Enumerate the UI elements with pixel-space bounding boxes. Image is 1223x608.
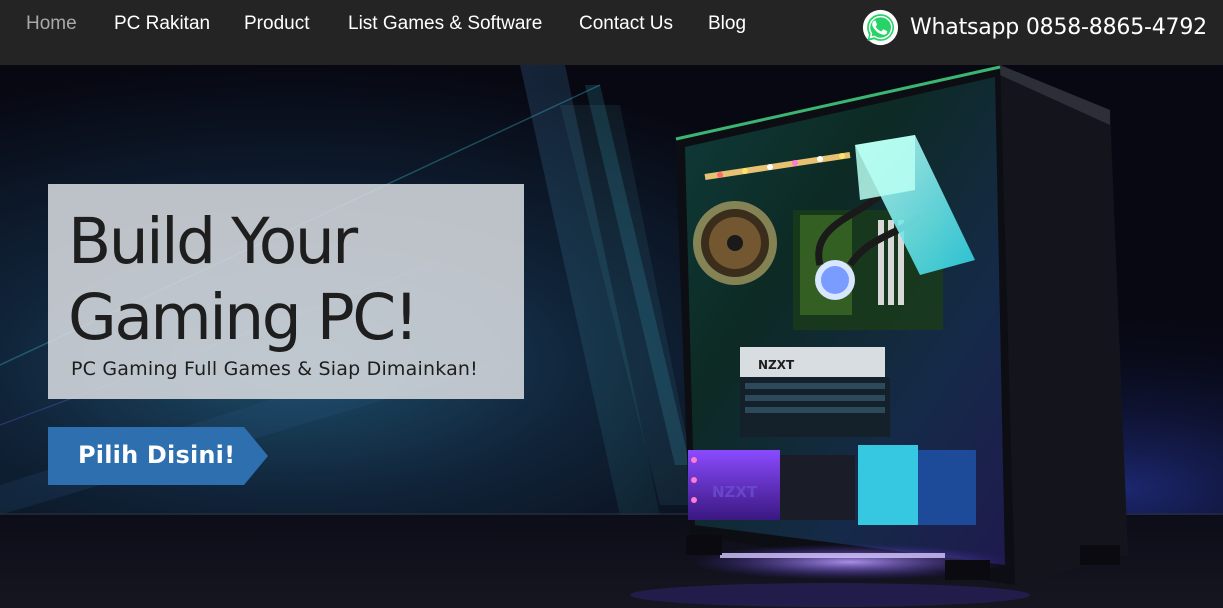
hero-headline: Build Your Gaming PC! bbox=[68, 204, 419, 356]
hero-headline-line-2: Gaming PC! bbox=[68, 281, 419, 354]
whatsapp-icon bbox=[862, 9, 899, 45]
nav-item-list-games-software[interactable]: List Games & Software bbox=[348, 12, 542, 36]
hero-banner: NZXT NZXT Build Your Gaming PC! PC Gamin… bbox=[0, 65, 1223, 608]
case-brand-logo: NZXT bbox=[712, 483, 758, 501]
hero-subtitle: PC Gaming Full Games & Siap Dimainkan! bbox=[71, 358, 478, 380]
pilih-disini-button[interactable]: Pilih Disini! bbox=[48, 427, 268, 485]
nav-item-blog[interactable]: Blog bbox=[708, 12, 746, 36]
whatsapp-contact[interactable]: Whatsapp 0858-8865-4792 bbox=[862, 8, 1207, 46]
top-nav-bar: Home PC Rakitan Product List Games & Sof… bbox=[0, 0, 1223, 65]
whatsapp-number[interactable]: Whatsapp 0858-8865-4792 bbox=[910, 15, 1207, 40]
hero-headline-line-1: Build Your bbox=[68, 205, 358, 278]
gpu-brand-label: NZXT bbox=[758, 358, 795, 372]
cta-label: Pilih Disini! bbox=[78, 441, 236, 469]
nav-item-home[interactable]: Home bbox=[26, 12, 77, 36]
nav-item-contact-us[interactable]: Contact Us bbox=[579, 12, 673, 36]
nav-item-product[interactable]: Product bbox=[244, 12, 309, 36]
nav-item-pc-rakitan[interactable]: PC Rakitan bbox=[114, 12, 210, 36]
headline-box: Build Your Gaming PC! PC Gaming Full Gam… bbox=[48, 184, 524, 399]
